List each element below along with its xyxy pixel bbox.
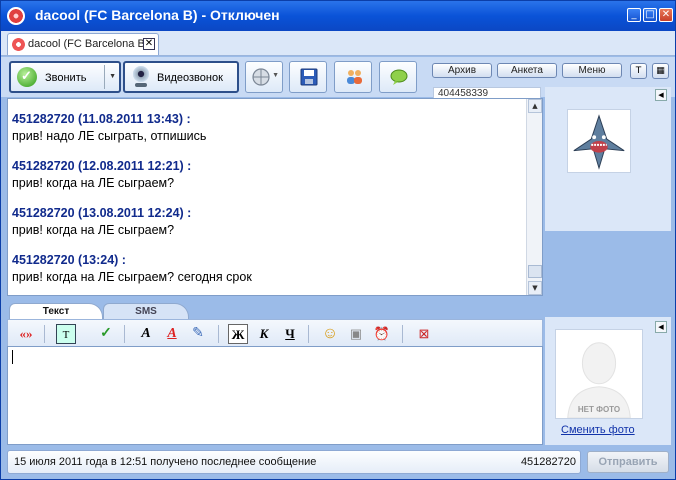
toolbar-separator: [44, 325, 45, 343]
scroll-down-icon[interactable]: ▼: [528, 281, 542, 295]
chevron-down-icon[interactable]: ▼: [109, 73, 116, 80]
message-text: прив! когда на ЛЕ сыграем?: [12, 176, 175, 190]
floppy-icon: [300, 68, 318, 86]
contact-avatar-panel: ◀: [545, 87, 671, 231]
message-item: 451282720 (11.08.2011 13:43) : прив! над…: [12, 111, 522, 145]
chat-scrollbar[interactable]: ▲ ▼: [526, 99, 542, 295]
minimize-button[interactable]: _: [627, 8, 641, 22]
contacts-button[interactable]: [334, 61, 372, 93]
user-photo-panel: ◀ НЕТ ФОТО Сменить фото: [545, 317, 671, 445]
tab-label: dacool (FC Barcelona B): [28, 38, 149, 50]
video-call-label: Видеозвонок: [157, 72, 223, 84]
maximize-button[interactable]: □: [643, 8, 657, 22]
message-header: 451282720 (13:24) :: [12, 253, 126, 267]
toolbar-separator: [218, 325, 219, 343]
change-photo-link[interactable]: Сменить фото: [561, 424, 635, 436]
tab-close-icon[interactable]: ✕: [143, 38, 155, 50]
alarm-icon[interactable]: ⏰: [372, 324, 392, 344]
pin-icon[interactable]: T: [630, 63, 647, 79]
call-label: Звонить: [45, 72, 87, 84]
user-photo-placeholder: НЕТ ФОТО: [555, 329, 643, 419]
status-uin: 451282720: [520, 456, 576, 468]
smiley-icon[interactable]: ☺: [320, 324, 340, 344]
collapse-left-icon[interactable]: ◀: [655, 321, 667, 333]
title-bar: dacool (FC Barcelona B) - Отключен _ □ ✕: [1, 1, 675, 31]
message-text: прив! надо ЛЕ сыграть, отпишись: [12, 129, 207, 143]
send-button[interactable]: Отправить: [587, 451, 669, 473]
chevron-down-icon: ▼: [272, 72, 279, 79]
font-icon[interactable]: A: [136, 324, 156, 344]
text-color-icon[interactable]: A: [162, 324, 182, 344]
message-text: прив! когда на ЛЕ сыграем? сегодня срок: [12, 270, 252, 284]
video-call-button[interactable]: Видеозвонок: [123, 61, 239, 93]
chat-window: dacool (FC Barcelona B) - Отключен _ □ ✕…: [0, 0, 676, 480]
message-text: прив! когда на ЛЕ сыграем?: [12, 223, 175, 237]
underline-button[interactable]: Ч: [280, 324, 300, 344]
tab-text[interactable]: Текст: [9, 303, 103, 319]
message-header: 451282720 (13.08.2011 12:24) :: [12, 206, 192, 220]
message-header: 451282720 (11.08.2011 13:43) :: [12, 112, 191, 126]
message-input-area[interactable]: [7, 346, 543, 445]
call-button[interactable]: Звонить ▼: [9, 61, 121, 93]
tab-contact[interactable]: dacool (FC Barcelona B) ✕: [7, 33, 159, 55]
dial-button[interactable]: ▼: [245, 61, 283, 93]
editor-tabs: Текст SMS: [7, 303, 543, 319]
no-photo-caption: НЕТ ФОТО: [577, 405, 621, 414]
sms-button[interactable]: [379, 61, 417, 93]
call-divider: [104, 65, 105, 89]
archive-button[interactable]: Архив: [432, 63, 492, 78]
spellcheck-icon[interactable]: ✓: [96, 324, 116, 344]
close-button[interactable]: ✕: [659, 8, 673, 22]
menu-button[interactable]: Меню: [562, 63, 622, 78]
quote-icon[interactable]: «»: [16, 324, 36, 344]
toolbar-separator: [124, 325, 125, 343]
message-header: 451282720 (12.08.2011 12:21) :: [12, 159, 192, 173]
clear-format-icon[interactable]: ⊠: [414, 324, 434, 344]
tab-sms[interactable]: SMS: [103, 303, 189, 319]
text-caret: [12, 350, 13, 364]
status-bar: 15 июля 2011 года в 12:51 получено после…: [7, 450, 581, 474]
message-history: 451282720 (11.08.2011 13:43) : прив! над…: [7, 98, 543, 296]
window-title: dacool (FC Barcelona B) - Отключен: [35, 7, 280, 23]
users-icon: [347, 70, 362, 84]
tv-icon[interactable]: ▣: [346, 324, 366, 344]
collapse-left-icon[interactable]: ◀: [655, 89, 667, 101]
scroll-thumb[interactable]: [528, 265, 542, 278]
call-check-icon: [17, 67, 37, 87]
status-message: 15 июля 2011 года в 12:51 получено после…: [14, 456, 317, 468]
bold-button[interactable]: Ж: [228, 324, 248, 344]
toolbar-separator: [402, 325, 403, 343]
profile-button[interactable]: Анкета: [497, 63, 557, 78]
message-item: 451282720 (13:24) : прив! когда на ЛЕ сы…: [12, 252, 522, 286]
translit-icon[interactable]: T: [56, 324, 76, 344]
scroll-up-icon[interactable]: ▲: [528, 99, 542, 113]
grid-icon[interactable]: ▦: [652, 63, 669, 79]
save-button[interactable]: [289, 61, 327, 93]
message-list: 451282720 (11.08.2011 13:43) : прив! над…: [12, 111, 522, 299]
italic-button[interactable]: К: [254, 324, 274, 344]
tab-strip: dacool (FC Barcelona B) ✕: [1, 31, 675, 56]
contact-avatar: [567, 109, 631, 173]
webcam-icon: [131, 66, 151, 88]
message-item: 451282720 (12.08.2011 12:21) : прив! ког…: [12, 158, 522, 192]
format-toolbar: «» T ✓ A A ✎ Ж К Ч ☺ ▣ ⏰ ⊠: [7, 319, 543, 347]
app-flower-icon: [7, 7, 25, 25]
status-flower-icon: [12, 38, 25, 51]
globe-dial-icon: [252, 68, 270, 86]
chat-bubble-icon: [390, 69, 408, 85]
highlight-icon[interactable]: ✎: [188, 324, 208, 344]
message-input[interactable]: [8, 347, 542, 444]
toolbar-separator: [308, 325, 309, 343]
message-item: 451282720 (13.08.2011 12:24) : прив! ког…: [12, 205, 522, 239]
